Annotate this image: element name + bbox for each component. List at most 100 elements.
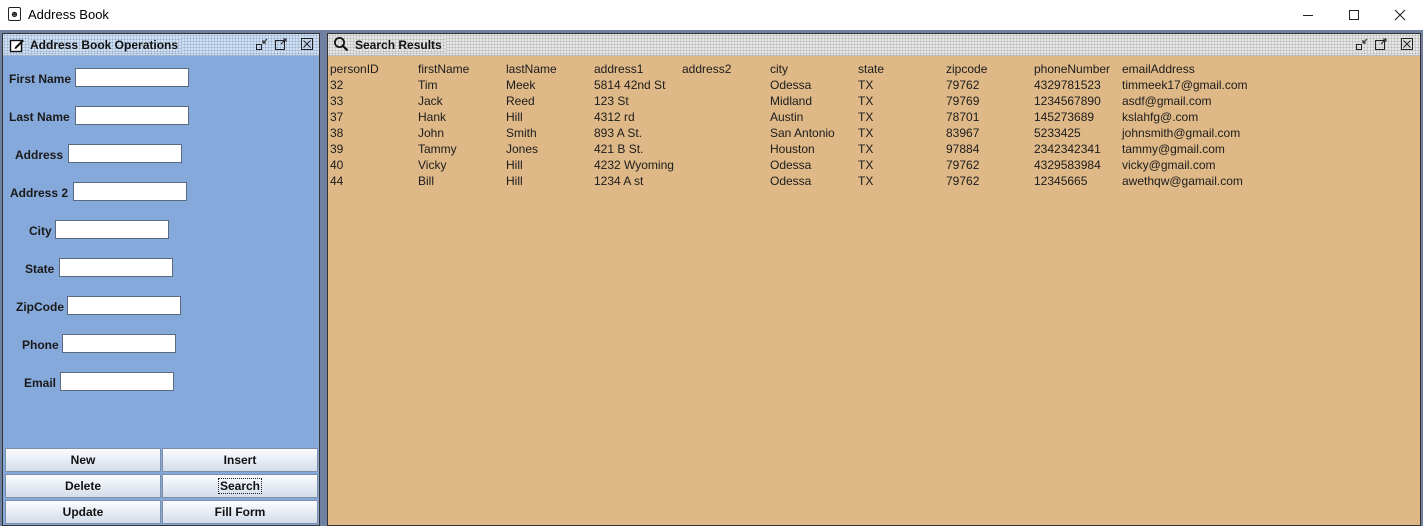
table-cell: 83967 xyxy=(946,126,980,140)
table-cell: Houston xyxy=(770,142,815,156)
results-iconify-icon[interactable] xyxy=(1355,37,1369,51)
table-cell: TX xyxy=(858,78,874,92)
table-cell: 78701 xyxy=(946,110,980,124)
desktop-pane: Address Book Operations First Name Last … xyxy=(0,30,1423,526)
email-label: Email xyxy=(24,376,57,390)
first-name-field[interactable] xyxy=(75,68,189,87)
table-row[interactable]: 40 Vicky Hill 4232 Wyoming Odessa TX 79762 4329… xyxy=(329,157,1419,173)
table-cell: 79762 xyxy=(946,158,980,172)
address-label: Address xyxy=(15,148,64,162)
address2-label: Address 2 xyxy=(10,186,69,200)
fill-form-button-label: Fill Form xyxy=(214,505,266,519)
email-field[interactable] xyxy=(60,372,174,391)
column-header: address2 xyxy=(682,62,732,76)
table-row[interactable]: 38 John Smith 893 A St. San Antonio TX 83967 52… xyxy=(329,125,1419,141)
table-cell: 38 xyxy=(330,126,344,140)
column-header: lastName xyxy=(506,62,557,76)
table-cell: 4312 rd xyxy=(594,110,635,124)
phone-field[interactable] xyxy=(62,334,176,353)
table-cell: TX xyxy=(858,174,874,188)
table-cell: Odessa xyxy=(770,158,812,172)
iconify-icon[interactable] xyxy=(255,37,269,51)
search-button[interactable]: Search xyxy=(162,474,318,498)
state-field[interactable] xyxy=(59,258,173,277)
table-cell: 97884 xyxy=(946,142,980,156)
results-frame-titlebar[interactable]: Search Results xyxy=(328,34,1420,56)
table-cell: Meek xyxy=(506,78,536,92)
update-button-label: Update xyxy=(62,505,104,519)
results-frame-title: Search Results xyxy=(355,38,446,52)
new-button-label: New xyxy=(70,453,96,467)
minimize-icon[interactable] xyxy=(1285,0,1331,30)
phone-label: Phone xyxy=(22,338,59,352)
frame-close-icon[interactable] xyxy=(300,37,314,51)
table-cell: Hill xyxy=(506,174,523,188)
last-name-field[interactable] xyxy=(75,106,189,125)
close-icon[interactable] xyxy=(1377,0,1423,30)
table-cell: 33 xyxy=(330,94,344,108)
column-header: state xyxy=(858,62,885,76)
table-cell: 4232 Wyoming xyxy=(594,158,674,172)
restore-icon[interactable] xyxy=(274,37,288,51)
table-cell: Hank xyxy=(418,110,447,124)
address2-field[interactable] xyxy=(73,182,187,201)
table-cell: Smith xyxy=(506,126,537,140)
table-cell: John xyxy=(418,126,445,140)
window-title: Address Book xyxy=(28,7,109,22)
table-cell: 79762 xyxy=(946,78,980,92)
table-cell: Odessa xyxy=(770,174,812,188)
table-cell: TX xyxy=(858,158,874,172)
table-row[interactable]: 39 Tammy Jones 421 B St. Houston TX 97884 23423… xyxy=(329,141,1419,157)
search-button-label: Search xyxy=(217,478,263,494)
address-field[interactable] xyxy=(68,144,182,163)
table-cell: timmeek17@gmail.com xyxy=(1122,78,1248,92)
table-cell: TX xyxy=(858,126,874,140)
table-cell: 893 A St. xyxy=(594,126,643,140)
city-label: City xyxy=(29,224,52,238)
table-cell: 32 xyxy=(330,78,344,92)
results-restore-icon[interactable] xyxy=(1374,37,1388,51)
city-field[interactable] xyxy=(55,220,169,239)
table-row[interactable]: 37 Hank Hill 4312 rd Austin TX 78701 145273689 k… xyxy=(329,109,1419,125)
table-cell: Bill xyxy=(418,174,435,188)
table-row[interactable]: 33 Jack Reed 123 St Midland TX 79769 1234567890… xyxy=(329,93,1419,109)
table-cell: 5233425 xyxy=(1034,126,1081,140)
search-icon xyxy=(334,37,349,52)
insert-button[interactable]: Insert xyxy=(162,448,318,472)
zipcode-label: ZipCode xyxy=(16,300,64,314)
column-header: emailAddress xyxy=(1122,62,1195,76)
table-cell: TX xyxy=(858,142,874,156)
column-header: personID xyxy=(330,62,379,76)
table-cell: tammy@gmail.com xyxy=(1122,142,1225,156)
results-close-icon[interactable] xyxy=(1400,37,1414,51)
fill-form-button[interactable]: Fill Form xyxy=(162,500,318,524)
edit-icon xyxy=(9,39,24,53)
table-row[interactable]: 44 Bill Hill 1234 A st Odessa TX 79762 12345665… xyxy=(329,173,1419,189)
delete-button-label: Delete xyxy=(64,479,102,493)
maximize-icon[interactable] xyxy=(1331,0,1377,30)
delete-button[interactable]: Delete xyxy=(5,474,161,498)
first-name-label: First Name xyxy=(9,72,72,86)
results-table[interactable]: personID firstName lastName address1 add… xyxy=(329,57,1419,524)
new-button[interactable]: New xyxy=(5,448,161,472)
table-cell: 12345665 xyxy=(1034,174,1088,188)
update-button[interactable]: Update xyxy=(5,500,161,524)
last-name-label: Last Name xyxy=(9,110,70,124)
table-cell: kslahfg@.com xyxy=(1122,110,1199,124)
zipcode-field[interactable] xyxy=(67,296,181,315)
table-cell: 123 St xyxy=(594,94,629,108)
table-cell: 4329583984 xyxy=(1034,158,1101,172)
table-cell: asdf@gmail.com xyxy=(1122,94,1212,108)
table-cell: Jones xyxy=(506,142,539,156)
table-cell: 37 xyxy=(330,110,344,124)
column-header: city xyxy=(770,62,788,76)
operations-frame-titlebar[interactable]: Address Book Operations xyxy=(3,34,319,56)
table-row[interactable]: 32 Tim Meek 5814 42nd St Odessa TX 79762 432978… xyxy=(329,77,1419,93)
operations-frame-title: Address Book Operations xyxy=(30,38,183,52)
table-cell: San Antonio xyxy=(770,126,835,140)
table-cell: johnsmith@gmail.com xyxy=(1122,126,1241,140)
table-cell: Vicky xyxy=(418,158,447,172)
table-cell: Tim xyxy=(418,78,438,92)
column-header: zipcode xyxy=(946,62,988,76)
table-cell: 4329781523 xyxy=(1034,78,1101,92)
